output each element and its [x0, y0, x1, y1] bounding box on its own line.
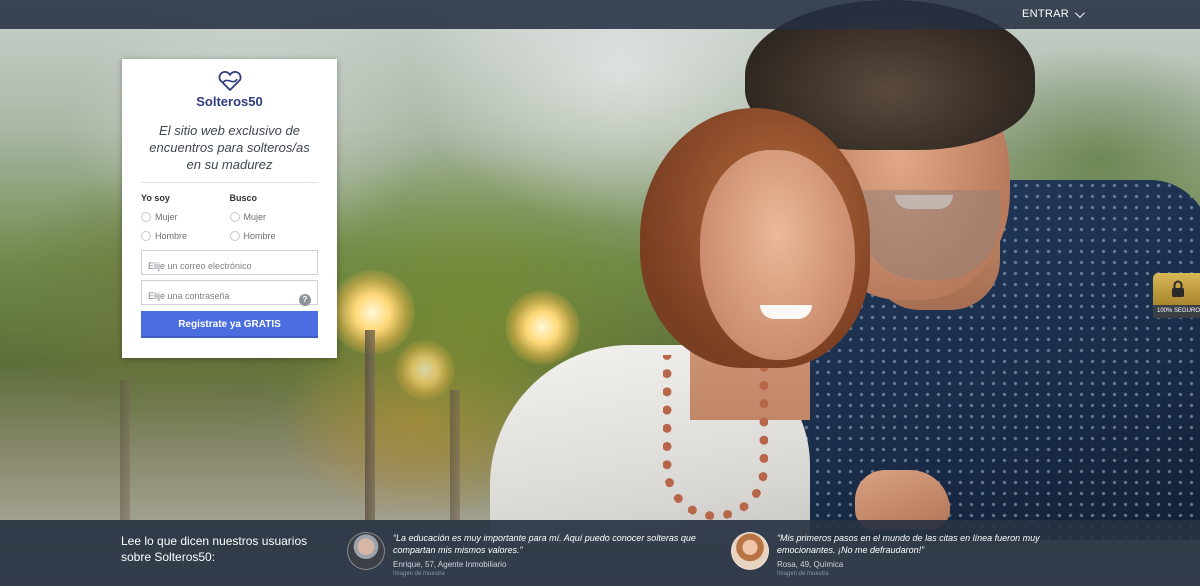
seeking-man-radio[interactable]: Hombre: [229, 231, 319, 241]
radio-label: Hombre: [155, 231, 188, 241]
radio-label: Hombre: [243, 231, 276, 241]
testimonial-quote: “Mis primeros pasos en el mundo de las c…: [777, 533, 1040, 555]
seeking-title: Busco: [229, 193, 258, 203]
radio-label: Mujer: [155, 212, 178, 222]
avatar: [347, 532, 385, 570]
registration-card: Solteros50 El sitio web exclusivo de enc…: [122, 59, 337, 358]
i-am-title: Yo soy: [141, 193, 170, 203]
testimonial-quote: “La educación es muy importante para mí.…: [393, 533, 696, 555]
testimonial-author: Rosa, 49, Química: [777, 560, 844, 569]
testimonial-item: “La educación es muy importante para mí.…: [347, 532, 707, 577]
i-am-group: Yo soy Mujer Hombre: [141, 193, 230, 250]
i-am-man-radio[interactable]: Hombre: [141, 231, 230, 241]
testimonials-bar: Lee lo que dicen nuestros usuarios sobre…: [0, 520, 1200, 586]
testimonials-heading: Lee lo que dicen nuestros usuarios sobre…: [121, 534, 308, 564]
secure-badge-label: 100% SEGURO: [1153, 305, 1200, 318]
radio-circle[interactable]: [229, 212, 240, 222]
testimonial-note: Imagen de muestra: [777, 571, 829, 577]
radio-circle[interactable]: [141, 212, 151, 222]
lock-icon: [1172, 280, 1184, 297]
testimonial-note: Imagen de muestra: [393, 571, 445, 577]
brand-name: Solteros50: [196, 94, 263, 109]
seeking-woman-radio[interactable]: Mujer: [229, 212, 319, 222]
login-link[interactable]: ENTRAR: [1021, 7, 1085, 20]
email-field[interactable]: [141, 250, 318, 275]
seeking-group: Busco Mujer Hombre: [229, 193, 319, 250]
testimonial-item: “Mis primeros pasos en el mundo de las c…: [731, 532, 1071, 577]
divider: [141, 182, 318, 183]
radio-circle[interactable]: [229, 231, 240, 241]
testimonial-author: Enrique, 57, Agente Inmobiliario: [393, 560, 507, 569]
radio-circle[interactable]: [141, 231, 151, 241]
chevron-down-icon: [1074, 7, 1085, 18]
radio-label: Mujer: [243, 212, 267, 222]
secure-badge[interactable]: 100% SEGURO: [1153, 273, 1200, 318]
i-am-woman-radio[interactable]: Mujer: [141, 212, 230, 222]
login-label: ENTRAR: [1021, 8, 1069, 20]
register-button[interactable]: Registrate ya GRATIS: [141, 311, 318, 338]
password-help-icon[interactable]: ?: [299, 294, 311, 306]
tagline: El sitio web exclusivo de encuentros par…: [149, 123, 310, 172]
heart-infinity-icon: [218, 71, 241, 91]
logo: Solteros50: [141, 59, 318, 109]
top-bar: ENTRAR: [0, 0, 1200, 29]
avatar: [731, 532, 769, 570]
password-field[interactable]: [141, 280, 318, 305]
